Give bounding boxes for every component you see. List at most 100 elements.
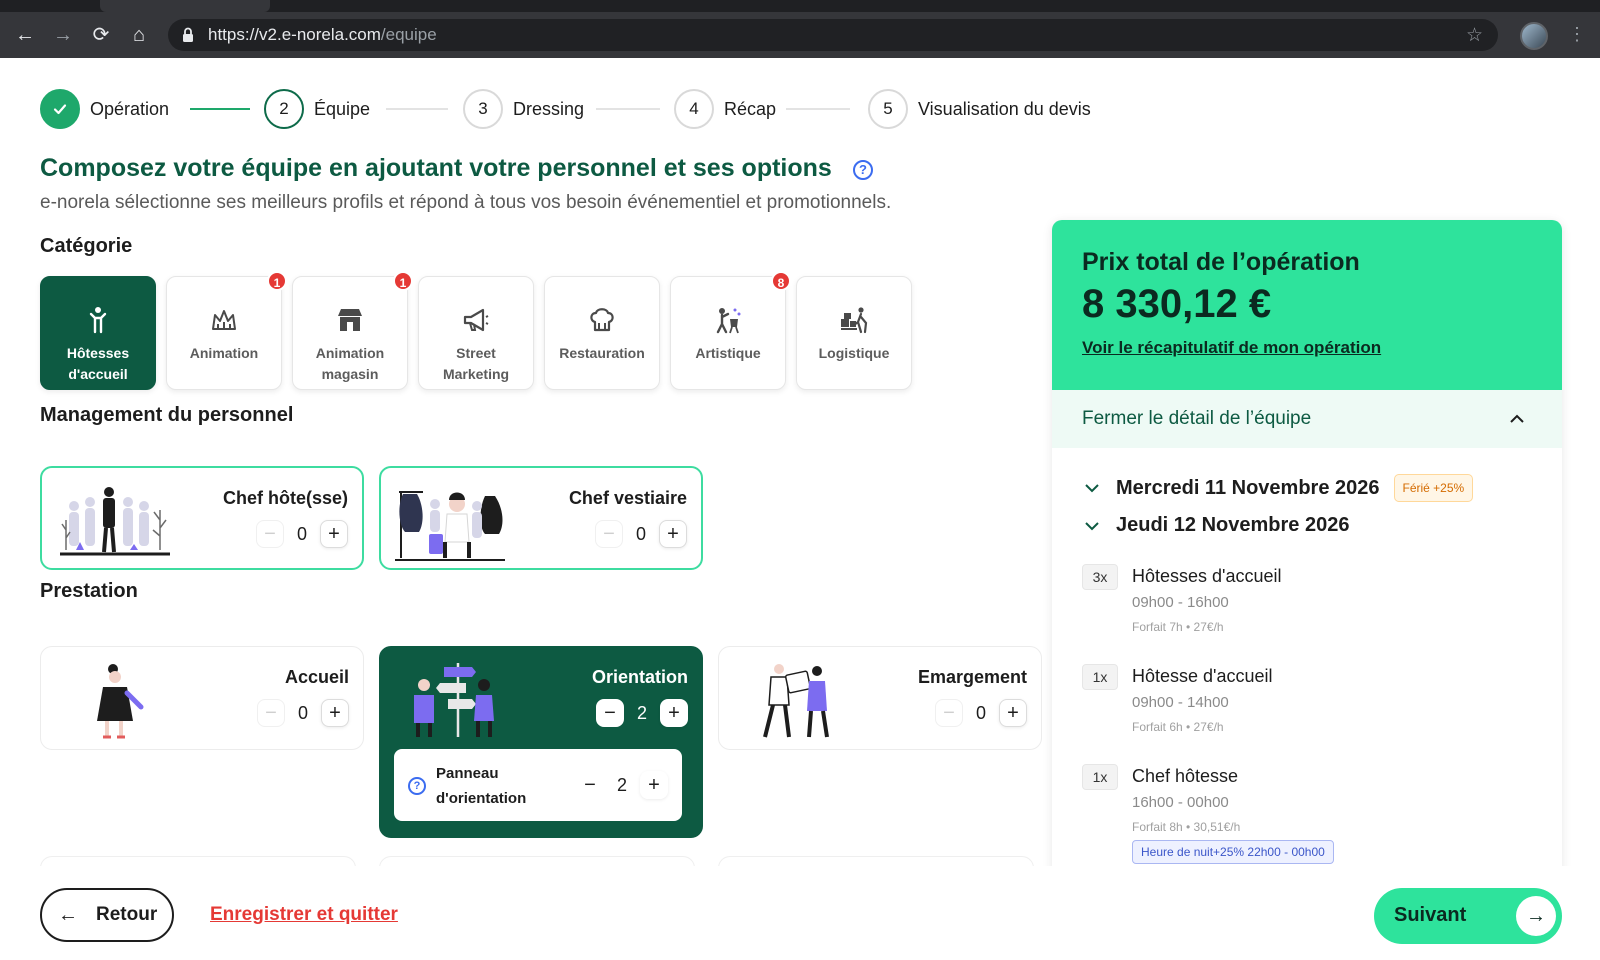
price-summary-panel: Prix total de l’opération 8 330,12 € Voi… [1052, 220, 1562, 880]
card-chef-vestiaire[interactable]: Chef vestiaire − 0 + [379, 466, 703, 570]
back-arrow-icon[interactable]: ← [12, 22, 38, 48]
step-number: 3 [463, 89, 503, 129]
page-subtitle: e-norela sélectionne ses meilleurs profi… [40, 192, 892, 213]
plus-button[interactable]: + [999, 699, 1027, 727]
minus-button[interactable]: − [596, 699, 624, 727]
category-label: Restauration [559, 345, 645, 361]
day-label: Jeudi 12 Novembre 2026 [1116, 514, 1350, 536]
kebab-menu-icon[interactable]: ⋮ [1568, 24, 1586, 45]
option-label: Panneau d'orientation [436, 765, 527, 807]
card-emargement[interactable]: Emargement − 0 + [718, 646, 1042, 750]
category-animation[interactable]: 1 Animation [166, 271, 287, 390]
prestation-section-title: Prestation [40, 580, 138, 602]
step-operation[interactable]: Opération [40, 89, 169, 129]
management-section-title: Management du personnel [40, 404, 294, 426]
footer-bar: ← Retour Enregistrer et quitter Suivant … [0, 866, 1600, 960]
plus-button[interactable]: + [321, 699, 349, 727]
line-title: Hôtesse d'accueil [1132, 666, 1273, 686]
plus-button[interactable]: + [659, 520, 687, 548]
category-section-title: Catégorie [40, 235, 133, 257]
quantity-value: 0 [975, 702, 986, 723]
category-restauration[interactable]: Restauration [544, 276, 660, 390]
minus-button[interactable]: − [576, 771, 604, 799]
forward-arrow-icon[interactable]: → [50, 22, 76, 48]
lock-icon [183, 27, 193, 42]
help-icon[interactable]: ? [408, 777, 426, 795]
plus-button[interactable]: + [320, 520, 348, 548]
recap-link[interactable]: Voir le récapitulatif de mon opération [1082, 338, 1381, 358]
minus-button[interactable]: − [595, 520, 623, 548]
step-label: Visualisation du devis [918, 98, 1091, 119]
minus-button[interactable]: − [256, 520, 284, 548]
night-rate-badge: Heure de nuit+25% 22h00 - 00h00 [1132, 840, 1334, 864]
line-title: Chef hôtesse [1132, 766, 1239, 786]
minus-button[interactable]: − [257, 699, 285, 727]
home-icon[interactable]: ⌂ [126, 22, 152, 48]
quantity-stepper: − 0 + [935, 699, 1027, 727]
step-number: 4 [674, 89, 714, 129]
step-connector [190, 108, 250, 110]
profile-avatar[interactable] [1520, 22, 1548, 50]
line-time: 09h00 - 16h00 [1132, 594, 1229, 611]
day-row-mercredi[interactable]: Mercredi 11 Novembre 2026 Férié +25% [1082, 474, 1474, 502]
category-hotesses-accueil[interactable]: Hôtesses d'accueil [40, 276, 156, 390]
day-row-jeudi[interactable]: Jeudi 12 Novembre 2026 [1082, 514, 1349, 537]
category-animation-magasin[interactable]: 1 Animation magasin [292, 271, 413, 390]
emargement-illustration-icon [763, 664, 829, 738]
quantity-stepper: − 2 + [596, 699, 688, 727]
url-text[interactable]: https://v2.e-norela.com/equipe [208, 25, 437, 45]
step-connector [596, 108, 660, 110]
line-time: 16h00 - 00h00 [1132, 794, 1229, 811]
category-label: Animation [189, 345, 259, 361]
browser-tab-active[interactable] [100, 0, 270, 12]
quantity-value: 0 [297, 702, 308, 723]
category-logistique[interactable]: Logistique [796, 276, 912, 390]
step-label: Opération [90, 98, 170, 119]
reload-icon[interactable]: ⟳ [88, 22, 114, 48]
total-price-value: 8 330,12 € [1082, 282, 1272, 326]
line-time: 09h00 - 14h00 [1132, 694, 1229, 711]
minus-button[interactable]: − [935, 699, 963, 727]
shop-icon [338, 309, 362, 331]
line-forfait: Forfait 8h • 30,51€/h [1132, 820, 1241, 834]
quantity-value: 0 [296, 523, 307, 544]
count-badge: 8 [771, 271, 791, 291]
help-icon[interactable]: ? [853, 160, 873, 180]
bookmark-star-icon[interactable]: ☆ [1466, 24, 1483, 47]
quantity-value: 2 [636, 702, 647, 723]
category-label: Hôtesses d'accueil [66, 345, 130, 382]
option-panneau-orientation: ? Panneau d'orientation − 2 + [394, 749, 682, 821]
chef-hotesse-illustration-icon [60, 487, 170, 556]
step-label: Récap [724, 98, 777, 119]
host-icon [89, 307, 107, 334]
page-title: Composez votre équipe en ajoutant votre … [40, 154, 832, 182]
card-title: Chef vestiaire [568, 488, 687, 508]
quantity-badge: 3x [1082, 564, 1118, 590]
chef-vestiaire-illustration-icon [395, 491, 505, 561]
day-label: Mercredi 11 Novembre 2026 [1116, 476, 1380, 499]
category-label: Logistique [818, 345, 890, 361]
total-price-title: Prix total de l’opération [1082, 248, 1360, 276]
quantity-value: 2 [616, 774, 627, 795]
category-street-marketing[interactable]: Street Marketing [418, 276, 534, 390]
card-chef-hotesse[interactable]: Chef hôte(sse) − 0 + [40, 466, 364, 570]
category-label: Artistique [695, 345, 761, 361]
step-dressing[interactable]: 3 Dressing [463, 89, 584, 129]
crown-icon [212, 310, 236, 330]
quantity-stepper: − 0 + [257, 699, 349, 727]
accueil-illustration-icon [97, 664, 144, 739]
step-equipe[interactable]: 2 Équipe [264, 89, 370, 129]
next-button[interactable]: Suivant → [1374, 888, 1562, 944]
step-visualisation[interactable]: 5 Visualisation du devis [868, 89, 1091, 129]
card-accueil[interactable]: Accueil − 0 + [40, 646, 364, 750]
price-summary-header: Prix total de l’opération 8 330,12 € Voi… [1052, 220, 1562, 390]
count-badge: 1 [267, 271, 287, 291]
team-detail-toggle[interactable]: Fermer le détail de l’équipe [1052, 390, 1562, 448]
card-orientation[interactable]: Orientation − 2 + ? Panneau d'orientatio… [379, 646, 703, 838]
save-and-quit-link[interactable]: Enregistrer et quitter [210, 904, 398, 926]
plus-button[interactable]: + [640, 771, 668, 799]
back-button[interactable]: ← Retour [40, 888, 174, 942]
category-artistique[interactable]: 8 Artistique [670, 271, 791, 390]
step-recap[interactable]: 4 Récap [674, 89, 776, 129]
plus-button[interactable]: + [660, 699, 688, 727]
